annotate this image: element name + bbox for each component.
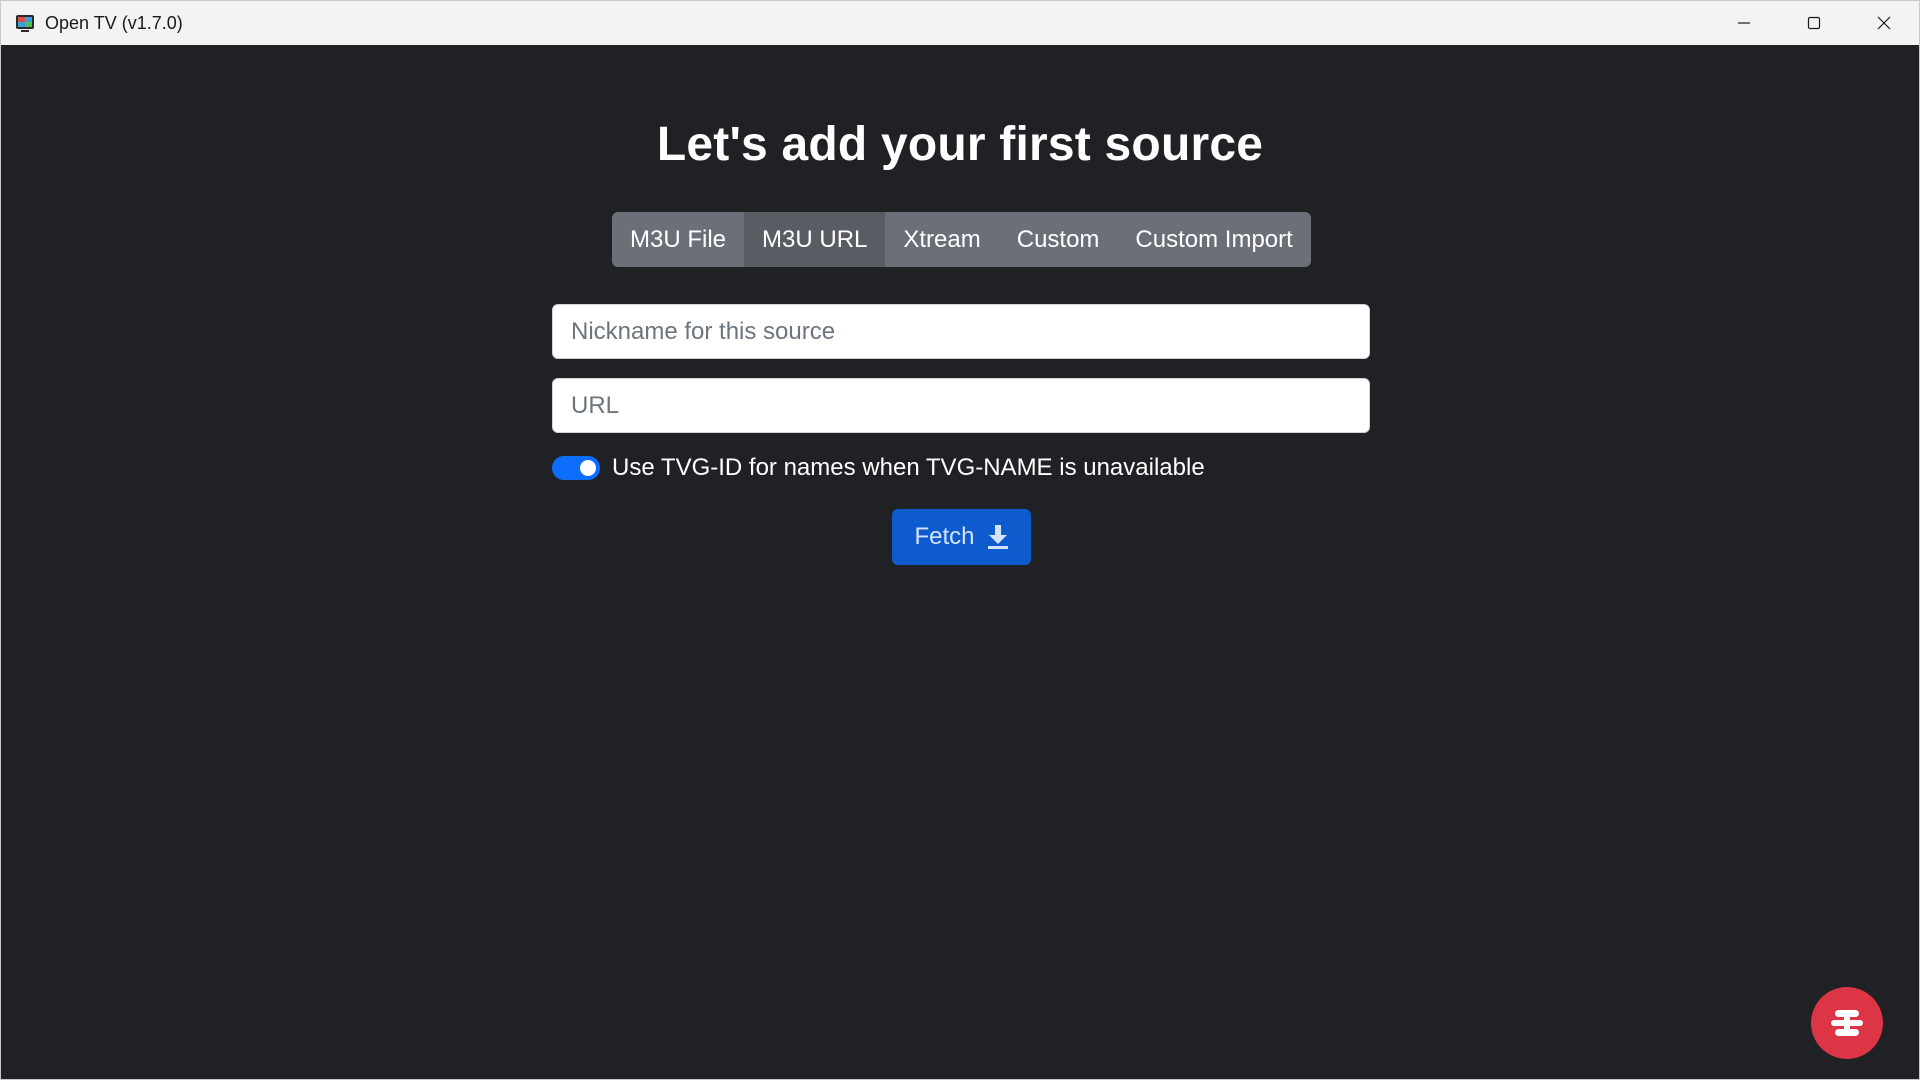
tab-m3u-file[interactable]: M3U File bbox=[612, 212, 744, 267]
tvg-id-toggle[interactable] bbox=[552, 456, 600, 480]
app-window: Open TV (v1.7.0) Let's add your first so… bbox=[0, 0, 1920, 1080]
close-icon bbox=[1877, 16, 1891, 30]
window-title: Open TV (v1.7.0) bbox=[45, 12, 183, 33]
main-content: Let's add your first source M3U File M3U… bbox=[1, 45, 1919, 1079]
tv-app-icon bbox=[16, 15, 34, 32]
nickname-input[interactable] bbox=[552, 304, 1370, 359]
minimize-icon bbox=[1738, 22, 1750, 24]
fetch-button[interactable]: Fetch bbox=[892, 509, 1031, 565]
url-input[interactable] bbox=[552, 378, 1370, 433]
menu-icon bbox=[1831, 1010, 1863, 1036]
tab-custom[interactable]: Custom bbox=[999, 212, 1118, 267]
download-icon bbox=[987, 525, 1008, 549]
close-button[interactable] bbox=[1849, 1, 1919, 45]
tvg-id-toggle-label[interactable]: Use TVG-ID for names when TVG-NAME is un… bbox=[612, 454, 1205, 482]
fetch-button-label: Fetch bbox=[914, 523, 975, 550]
minimize-button[interactable] bbox=[1709, 1, 1779, 45]
toggle-knob bbox=[580, 460, 596, 476]
tab-xtream[interactable]: Xtream bbox=[885, 212, 998, 267]
floating-menu-button[interactable] bbox=[1811, 987, 1883, 1059]
title-bar[interactable]: Open TV (v1.7.0) bbox=[1, 1, 1919, 45]
tab-m3u-url[interactable]: M3U URL bbox=[744, 212, 886, 267]
page-title: Let's add your first source bbox=[656, 118, 1264, 171]
maximize-button[interactable] bbox=[1779, 1, 1849, 45]
window-controls bbox=[1709, 1, 1919, 45]
tvg-id-toggle-row: Use TVG-ID for names when TVG-NAME is un… bbox=[552, 450, 1205, 486]
source-type-tabs: M3U File M3U URL Xtream Custom Custom Im… bbox=[612, 212, 1311, 267]
tab-custom-import[interactable]: Custom Import bbox=[1117, 212, 1310, 267]
maximize-icon bbox=[1807, 16, 1821, 30]
